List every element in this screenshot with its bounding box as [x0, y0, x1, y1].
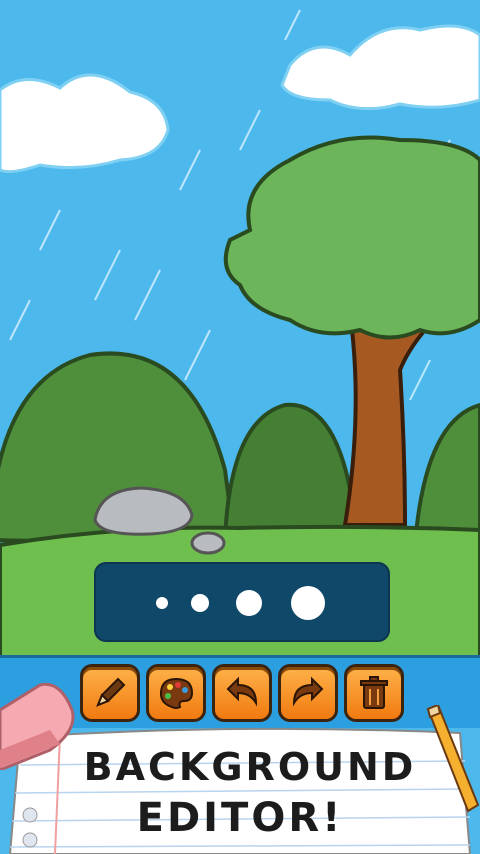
redo-button[interactable] [278, 664, 338, 722]
brush-size-extra-large[interactable] [291, 586, 325, 620]
pencil-icon [96, 677, 126, 707]
palette-button[interactable] [146, 664, 206, 722]
title-line2: EDITOR! [136, 795, 344, 841]
drawing-canvas[interactable] [0, 0, 480, 660]
pencil-button[interactable] [80, 664, 140, 722]
palette-icon [159, 677, 194, 709]
undo-button[interactable] [212, 664, 272, 722]
trash-icon [360, 676, 388, 709]
brush-size-small[interactable] [156, 597, 168, 609]
brush-size-large[interactable] [236, 590, 262, 616]
brush-size-panel [94, 562, 390, 642]
brush-size-medium[interactable] [191, 594, 209, 612]
trash-button[interactable] [344, 664, 404, 722]
title-line1: BACKGROUND [83, 745, 417, 789]
redo-icon [292, 676, 324, 707]
rock-small [190, 531, 226, 555]
undo-icon [226, 676, 258, 707]
